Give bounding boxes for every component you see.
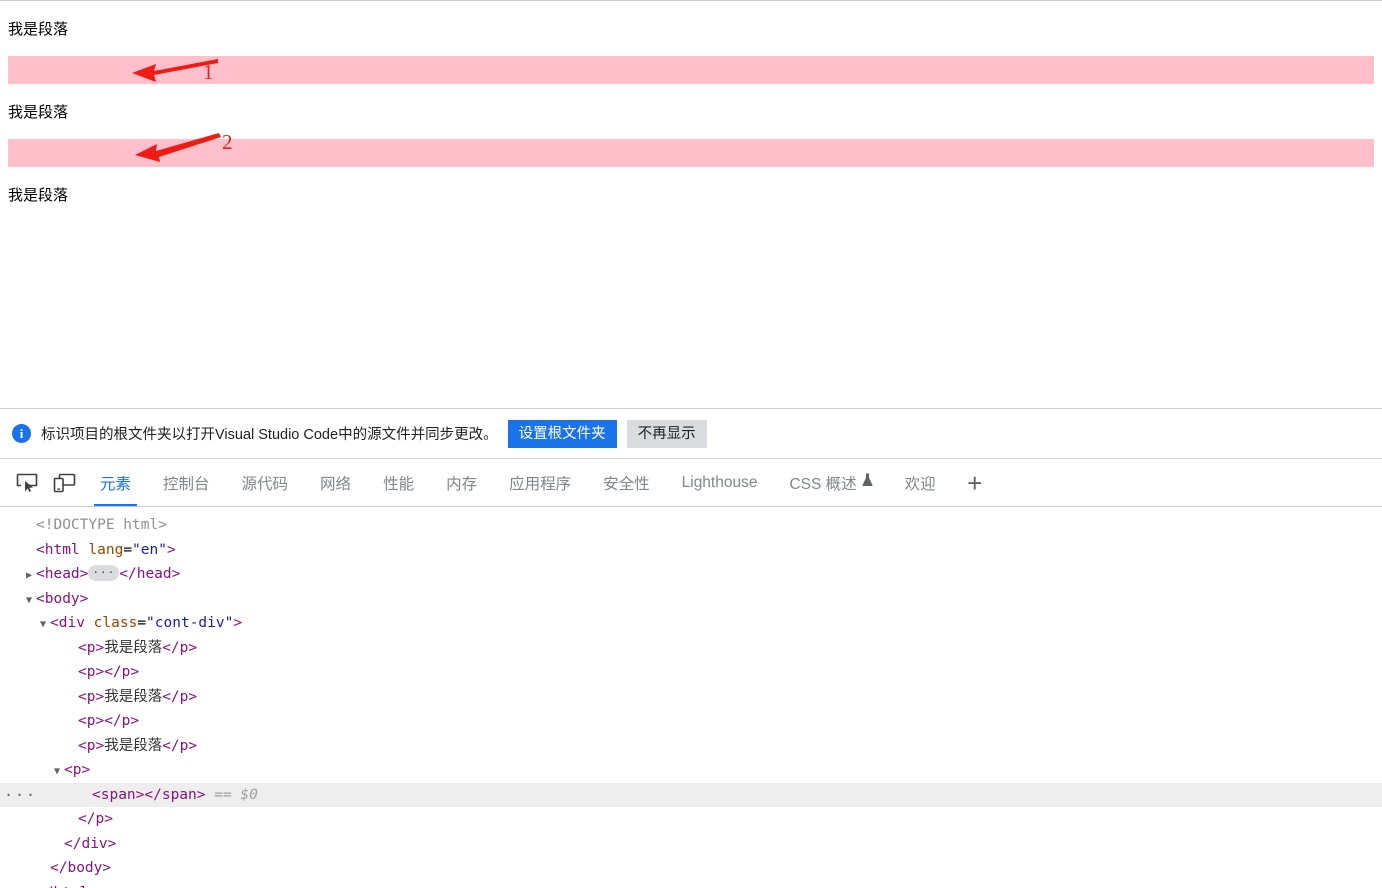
dom-node-markup: </html> <box>36 885 97 888</box>
tab-sources[interactable]: 源代码 <box>226 459 305 506</box>
tab-console[interactable]: 控制台 <box>147 459 226 506</box>
page-paragraph-2: 我是段落 <box>8 104 69 121</box>
dom-node-markup: </body> <box>50 860 112 876</box>
dom-node-cont-div[interactable]: ▼ <div class="cont-div"> <box>0 611 1382 636</box>
dom-node-markup: <p></p> <box>78 713 140 729</box>
add-panel-button[interactable]: + <box>952 459 998 506</box>
tab-welcome[interactable]: 欢迎 <box>889 459 952 506</box>
dom-tree-panel[interactable]: <!DOCTYPE html> <html lang="en"> ▶ <head> ··… <box>0 507 1382 888</box>
tab-label: 控制台 <box>163 475 210 493</box>
dom-node-markup: <p>我是段落</p> <box>78 688 198 705</box>
dom-node-markup: <span></span> == $0 <box>92 786 258 803</box>
tab-label: 网络 <box>320 475 352 493</box>
dom-node-p3[interactable]: <p>我是段落</p> <box>0 685 1382 710</box>
dom-node-markup: <body> <box>36 590 89 607</box>
device-toolbar-icon[interactable] <box>46 459 84 506</box>
tab-label: CSS 概述 <box>789 475 857 493</box>
dom-node-div-close[interactable]: </div> <box>0 832 1382 857</box>
dom-node-markup: <p> <box>64 762 91 778</box>
dom-node-markup: </p> <box>78 811 113 827</box>
dom-node-markup: <p></p> <box>78 664 140 680</box>
dom-node-p6-close[interactable]: </p> <box>0 807 1382 832</box>
info-icon: i <box>12 424 31 443</box>
dom-node-head[interactable]: ▶ <head> ··· </head> <box>0 562 1382 587</box>
tab-label: 内存 <box>446 475 478 493</box>
page-paragraph-3: 我是段落 <box>8 187 69 204</box>
tab-label: 元素 <box>100 475 132 493</box>
dom-node-html[interactable]: <html lang="en"> <box>0 538 1382 563</box>
experiment-flask-icon <box>862 473 873 492</box>
empty-paragraph-bar-2 <box>8 139 1374 167</box>
tab-label: Lighthouse <box>681 473 758 491</box>
tab-lighthouse[interactable]: Lighthouse <box>666 459 774 506</box>
dom-node-markup: <div class="cont-div"> <box>50 615 243 631</box>
chevron-right-icon[interactable]: ▶ <box>26 564 36 589</box>
rendered-page-viewport: 我是段落 我是段落 我是段落 1 2 <box>0 0 1382 408</box>
tab-label: 性能 <box>383 475 415 493</box>
tab-performance[interactable]: 性能 <box>367 459 430 506</box>
chevron-down-icon[interactable]: ▼ <box>26 589 36 614</box>
dom-node-markup: <html lang="en"> <box>36 541 176 558</box>
tab-memory[interactable]: 内存 <box>430 459 493 506</box>
dom-node-p4[interactable]: <p></p> <box>0 709 1382 734</box>
dom-node-html-close[interactable]: </html> <box>0 881 1382 888</box>
dom-node-p1[interactable]: <p>我是段落</p> <box>0 636 1382 661</box>
notification-message: 标识项目的根文件夹以打开Visual Studio Code中的源文件并同步更改… <box>41 427 498 443</box>
dom-node-p6-open[interactable]: ▼ <p> <box>0 758 1382 783</box>
dom-node-span-sel[interactable]: ··· <span></span> == $0 <box>0 782 1382 808</box>
tab-label: 安全性 <box>603 475 650 493</box>
set-root-folder-button[interactable]: 设置根文件夹 <box>507 419 617 448</box>
dom-node-markup: <!DOCTYPE html> <box>36 517 167 533</box>
dom-node-doctype[interactable]: <!DOCTYPE html> <box>0 513 1382 538</box>
dom-node-markup: <p>我是段落</p> <box>78 639 198 656</box>
inspect-element-icon[interactable] <box>8 459 46 506</box>
tab-label: 源代码 <box>241 475 289 493</box>
tab-elements[interactable]: 元素 <box>84 459 147 506</box>
tab-network[interactable]: 网络 <box>304 459 367 506</box>
dom-node-body-close[interactable]: </body> <box>0 856 1382 881</box>
dom-node-p5[interactable]: <p>我是段落</p> <box>0 734 1382 759</box>
page-paragraph-1: 我是段落 <box>8 21 69 38</box>
tab-security[interactable]: 安全性 <box>587 459 666 506</box>
dom-node-p2[interactable]: <p></p> <box>0 660 1382 685</box>
tab-application[interactable]: 应用程序 <box>493 459 587 506</box>
dom-node-markup: <head> ··· </head> <box>36 565 181 582</box>
dom-node-body[interactable]: ▼ <body> <box>0 587 1382 612</box>
tab-css-overview[interactable]: CSS 概述 <box>773 459 888 506</box>
annotation-label-2: 2 <box>222 130 233 154</box>
annotation-label-1: 1 <box>203 60 214 84</box>
tab-label: 欢迎 <box>904 475 936 493</box>
tab-label: 应用程序 <box>509 475 572 493</box>
vscode-notification-bar: i 标识项目的根文件夹以打开Visual Studio Code中的源文件并同步… <box>0 408 1382 459</box>
node-overflow-dots[interactable]: ··· <box>4 783 37 808</box>
chevron-down-icon[interactable]: ▼ <box>40 613 50 638</box>
dom-node-markup: </div> <box>64 835 117 852</box>
dont-show-again-button[interactable]: 不再显示 <box>626 419 707 448</box>
dom-node-markup: <p>我是段落</p> <box>78 737 198 754</box>
devtools-tab-strip: 元素 控制台 源代码 网络 性能 内存 应用程序 安全性 Lighthouse … <box>0 459 1382 507</box>
chevron-down-icon[interactable]: ▼ <box>54 760 64 785</box>
